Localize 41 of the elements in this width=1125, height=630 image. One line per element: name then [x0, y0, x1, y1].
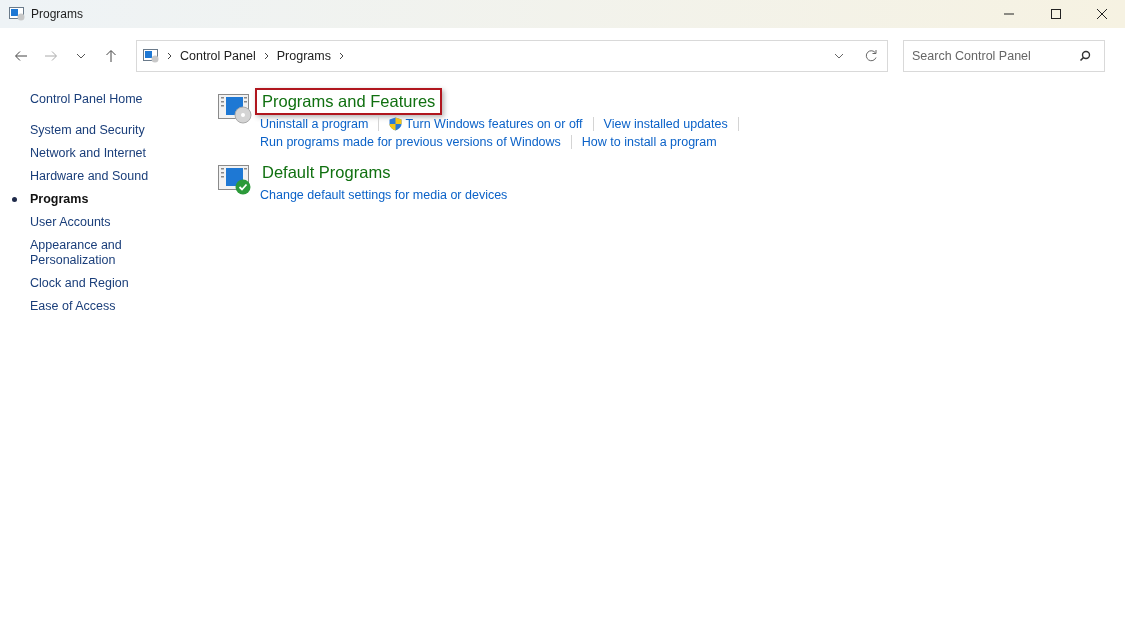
minimize-icon [1004, 13, 1016, 15]
maximize-icon [1050, 8, 1062, 20]
chevron-icon [338, 52, 344, 60]
sidebar-item[interactable]: Hardware and Sound [30, 169, 160, 184]
task-link[interactable]: How to install a program [581, 133, 717, 151]
shield-icon [389, 117, 403, 131]
left-arrow-icon [14, 50, 28, 62]
chevron-down-icon [76, 53, 86, 59]
bullet-icon [12, 197, 17, 202]
search-field[interactable]: Search Control Panel [903, 40, 1105, 72]
chevron-icon [263, 52, 269, 60]
chevron-icon [167, 52, 172, 60]
task-link[interactable]: View installed updates [603, 115, 728, 133]
sidebar-item[interactable]: System and Security [30, 123, 160, 138]
close-icon [1096, 8, 1108, 20]
task-link[interactable]: Turn Windows features on or off [389, 115, 583, 133]
breadcrumb[interactable]: Control Panel [180, 49, 256, 63]
refresh-icon [864, 49, 878, 63]
task-link[interactable]: Change default settings for media or devices [260, 186, 508, 204]
task-link[interactable]: Run programs made for previous versions of Windows [260, 133, 561, 151]
sidebar-item[interactable]: Appearance and Personalization [30, 238, 160, 268]
window-title: Programs [31, 7, 84, 21]
right-arrow-icon [44, 50, 58, 62]
control-panel-icon [9, 7, 25, 21]
search-icon [1079, 50, 1091, 62]
sidebar-item[interactable]: User Accounts [30, 215, 160, 230]
chevron-down-icon [834, 53, 844, 59]
sidebar-item[interactable]: Programs [30, 192, 160, 207]
programs-check-icon [218, 165, 252, 195]
breadcrumb[interactable]: Programs [276, 49, 331, 63]
sidebar-item[interactable]: Network and Internet [30, 146, 160, 161]
task-link[interactable]: Uninstall a program [260, 115, 369, 133]
sidebar-item[interactable]: Clock and Region [30, 276, 160, 291]
category-link[interactable]: Default Programs [255, 159, 398, 186]
programs-disc-icon [218, 94, 252, 124]
up-arrow-icon [105, 49, 117, 63]
sidebar-link[interactable]: Control Panel Home [30, 92, 190, 106]
address-bar[interactable]: Control Panel Programs [136, 40, 888, 72]
sidebar-item[interactable]: Ease of Access [30, 299, 160, 314]
control-panel-icon [143, 49, 159, 63]
category-link[interactable]: Programs and Features [255, 88, 443, 115]
